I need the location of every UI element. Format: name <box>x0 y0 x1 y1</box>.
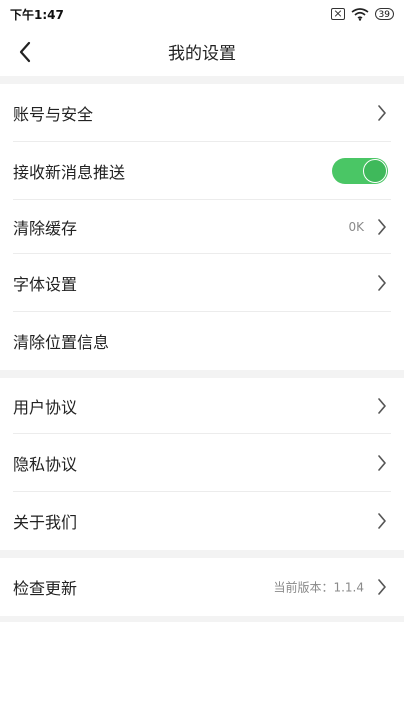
chevron-right-icon <box>378 513 386 529</box>
font-settings-row[interactable]: 字体设置 <box>0 254 404 312</box>
chevron-right-icon <box>378 455 386 471</box>
privacy-agreement-row[interactable]: 隐私协议 <box>0 434 404 492</box>
section-divider <box>0 370 404 378</box>
cache-size-value: 0K <box>348 220 364 234</box>
section-divider <box>0 550 404 558</box>
status-bar: 下午1:47 39 <box>0 0 404 28</box>
chevron-right-icon <box>378 398 386 414</box>
settings-screen: 下午1:47 39 我的设置 账号与安全 接收新消息推送 清除缓存 0K 字体设… <box>0 0 404 720</box>
push-notification-label: 接收新消息推送 <box>13 163 126 182</box>
toggle-knob <box>363 159 387 183</box>
font-settings-label: 字体设置 <box>13 275 78 294</box>
chevron-right-icon <box>378 105 386 121</box>
chevron-right-icon <box>378 219 386 235</box>
section-divider <box>0 616 404 622</box>
battery-icon: 39 <box>374 8 394 20</box>
chevron-right-icon <box>378 579 386 595</box>
section-divider <box>0 76 404 84</box>
status-icons: 39 <box>330 6 394 22</box>
nav-bar: 我的设置 <box>0 28 404 76</box>
close-box-icon <box>330 8 345 20</box>
clear-location-row[interactable]: 清除位置信息 <box>0 312 404 370</box>
chevron-right-icon <box>378 275 386 291</box>
clear-location-label: 清除位置信息 <box>13 333 110 352</box>
clear-cache-label: 清除缓存 <box>13 219 78 238</box>
account-security-row[interactable]: 账号与安全 <box>0 84 404 142</box>
user-agreement-row[interactable]: 用户协议 <box>0 378 404 434</box>
status-time: 下午1:47 <box>10 8 64 22</box>
about-us-row[interactable]: 关于我们 <box>0 492 404 550</box>
about-us-label: 关于我们 <box>13 513 78 532</box>
current-version-value: 当前版本：1.1.4 <box>273 580 364 595</box>
check-update-row[interactable]: 检查更新 当前版本：1.1.4 <box>0 558 404 616</box>
privacy-agreement-label: 隐私协议 <box>13 455 78 474</box>
account-security-label: 账号与安全 <box>13 105 94 124</box>
check-update-label: 检查更新 <box>13 579 78 598</box>
push-notification-toggle[interactable] <box>332 158 388 184</box>
user-agreement-label: 用户协议 <box>13 398 78 417</box>
push-notification-row: 接收新消息推送 <box>0 142 404 200</box>
clear-cache-row[interactable]: 清除缓存 0K <box>0 200 404 254</box>
page-title: 我的设置 <box>168 44 236 64</box>
wifi-icon <box>351 8 369 21</box>
